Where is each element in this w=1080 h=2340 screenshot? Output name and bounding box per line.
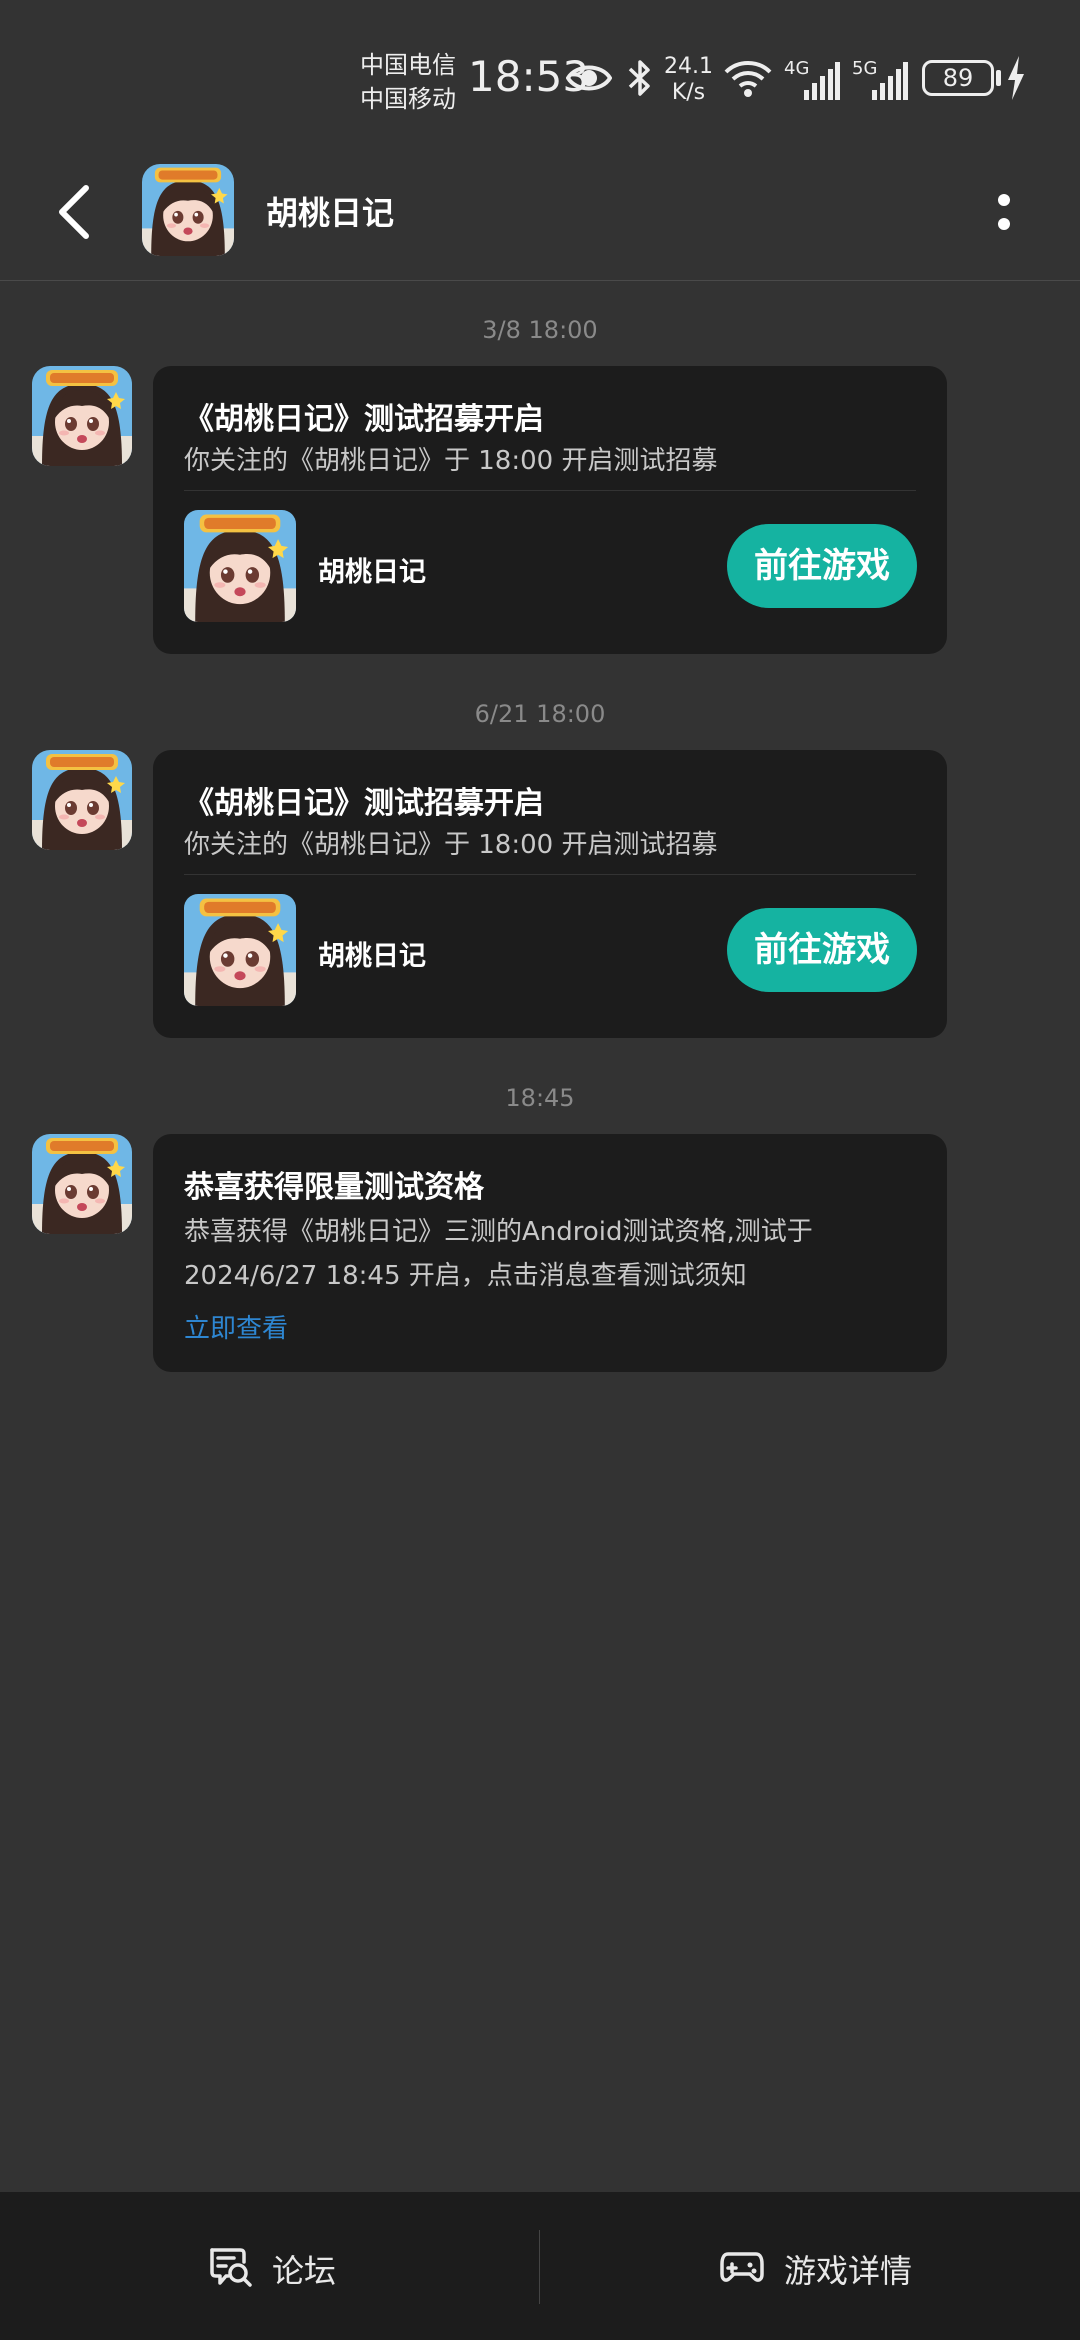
message-timestamp: 3/8 18:00 <box>482 316 598 344</box>
message-timestamp: 6/21 18:00 <box>474 700 606 728</box>
chat-header: 胡桃日记 <box>0 150 1080 281</box>
game-details-label: 游戏详情 <box>784 2252 913 2290</box>
more-vertical-icon[interactable] <box>992 190 1016 236</box>
battery-indicator: 89 <box>922 60 994 96</box>
message-timestamp: 18:45 <box>505 1084 575 1112</box>
message-title: 恭喜获得限量测试资格 <box>184 1170 484 1205</box>
signal-bars-icon <box>804 62 840 100</box>
network-speed: 24.1 K/s <box>664 54 713 106</box>
carrier-1: 中国电信 <box>360 51 456 79</box>
message-card[interactable]: 恭喜获得限量测试资格 恭喜获得《胡桃日记》三测的Android测试资格,测试于 … <box>153 1134 947 1372</box>
header-game-avatar[interactable] <box>142 164 234 256</box>
go-to-game-button[interactable]: 前往游戏 <box>727 524 917 608</box>
network-speed-unit: K/s <box>671 80 706 105</box>
charging-bolt-icon <box>1008 56 1024 100</box>
bottom-nav: 论坛 游戏详情 <box>0 2192 1080 2340</box>
game-icon[interactable] <box>184 510 296 622</box>
message-card[interactable]: 《胡桃日记》测试招募开启 你关注的《胡桃日记》于 18:00 开启测试招募 胡桃… <box>153 366 947 654</box>
game-icon[interactable] <box>184 894 296 1006</box>
network-speed-value: 24.1 <box>664 54 713 79</box>
message-description: 你关注的《胡桃日记》于 18:00 开启测试招募 <box>184 446 718 476</box>
signal-bars-icon <box>872 62 908 100</box>
game-name: 胡桃日记 <box>318 557 426 588</box>
carrier-info: 中国电信 中国移动 <box>360 48 456 116</box>
back-arrow-icon[interactable] <box>52 180 96 244</box>
message-title: 《胡桃日记》测试招募开启 <box>184 402 544 437</box>
message-title: 《胡桃日记》测试招募开启 <box>184 786 544 821</box>
sim2-signal: 5G <box>852 58 908 100</box>
sender-avatar[interactable] <box>32 1134 132 1234</box>
card-divider <box>184 490 916 491</box>
forum-chat-icon <box>210 2248 252 2287</box>
gamepad-icon <box>720 2252 764 2282</box>
game-name: 胡桃日记 <box>318 941 426 972</box>
eye-comfort-icon <box>566 65 612 91</box>
go-to-game-button[interactable]: 前往游戏 <box>727 908 917 992</box>
battery-cap <box>996 70 1001 86</box>
card-divider <box>184 874 916 875</box>
forum-label: 论坛 <box>272 2252 337 2290</box>
nav-separator <box>539 2230 540 2304</box>
carrier-2: 中国移动 <box>360 85 456 113</box>
page-title: 胡桃日记 <box>266 194 395 232</box>
sim1-signal: 4G <box>784 58 840 100</box>
message-description: 恭喜获得《胡桃日记》三测的Android测试资格,测试于 2024/6/27 1… <box>184 1217 813 1291</box>
wifi-icon <box>724 61 772 97</box>
message-description: 你关注的《胡桃日记》于 18:00 开启测试招募 <box>184 830 718 860</box>
status-bar: 中国电信 中国移动 18:53 24.1 K/s 4G 5G 89 <box>0 0 1080 150</box>
sender-avatar[interactable] <box>32 366 132 466</box>
sender-avatar[interactable] <box>32 750 132 850</box>
message-card[interactable]: 《胡桃日记》测试招募开启 你关注的《胡桃日记》于 18:00 开启测试招募 胡桃… <box>153 750 947 1038</box>
view-now-link[interactable]: 立即查看 <box>184 1308 288 1345</box>
bluetooth-icon <box>628 60 650 96</box>
